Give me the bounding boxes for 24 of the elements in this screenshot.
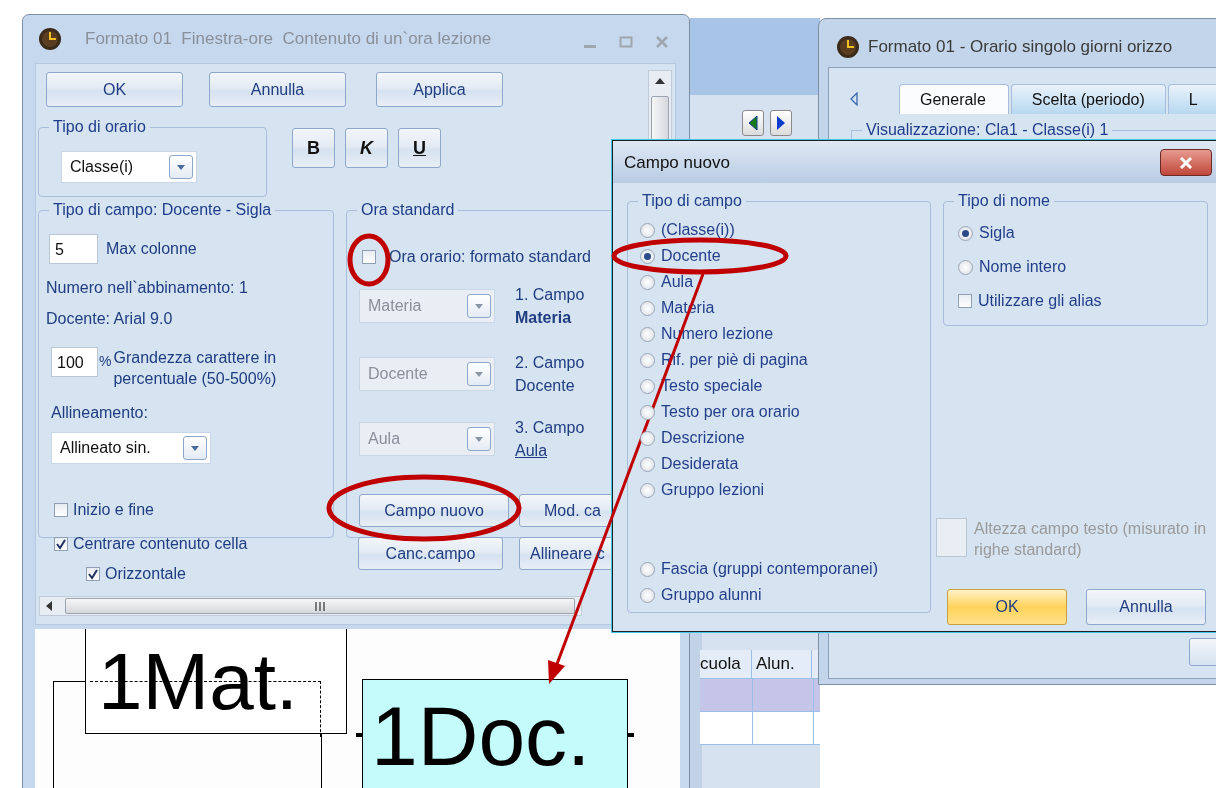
group-label: Visualizzazione: Cla1 - Classe(i) 1 [862,121,1113,139]
field-label: Altezza campo testo (misurato in righe standard) [974,519,1208,560]
preview-cell: 1Mat. [85,629,347,734]
unit-label: % [99,353,112,369]
dialog-title: Campo nuovo [624,153,730,173]
field-name: Docente [515,376,576,396]
field-label: Max colonne [106,240,197,258]
preview-cell: 1Doc. [362,679,628,788]
column-header: cuola [700,650,752,678]
group-label: Tipo di orario [49,118,150,136]
info-text: Numero nell`abbinamento: 1 [46,279,248,297]
window-title: Formato 01 Finestra-ore Contenuto di un`ora lezione [85,29,492,49]
field-name: Materia [515,308,573,328]
window-title: Formato 01 - Orario singolo giorni orizzo [868,37,1173,57]
info-text: Docente: Arial 9.0 [46,310,173,328]
field-label: 1. Campo [515,285,585,305]
group-label: Tipo di campo: Docente - Sigla [49,201,276,219]
field-label: 2. Campo [515,353,585,373]
field-label: 3. Campo [515,418,585,438]
group-label: Tipo di campo [638,192,746,210]
field-label: Grandezza carattere in percentuale (50-500%) [113,348,278,389]
field-label: Allineamento: [51,404,148,422]
group-label: Tipo di nome [954,192,1054,210]
column-header: Alun. [752,650,812,678]
